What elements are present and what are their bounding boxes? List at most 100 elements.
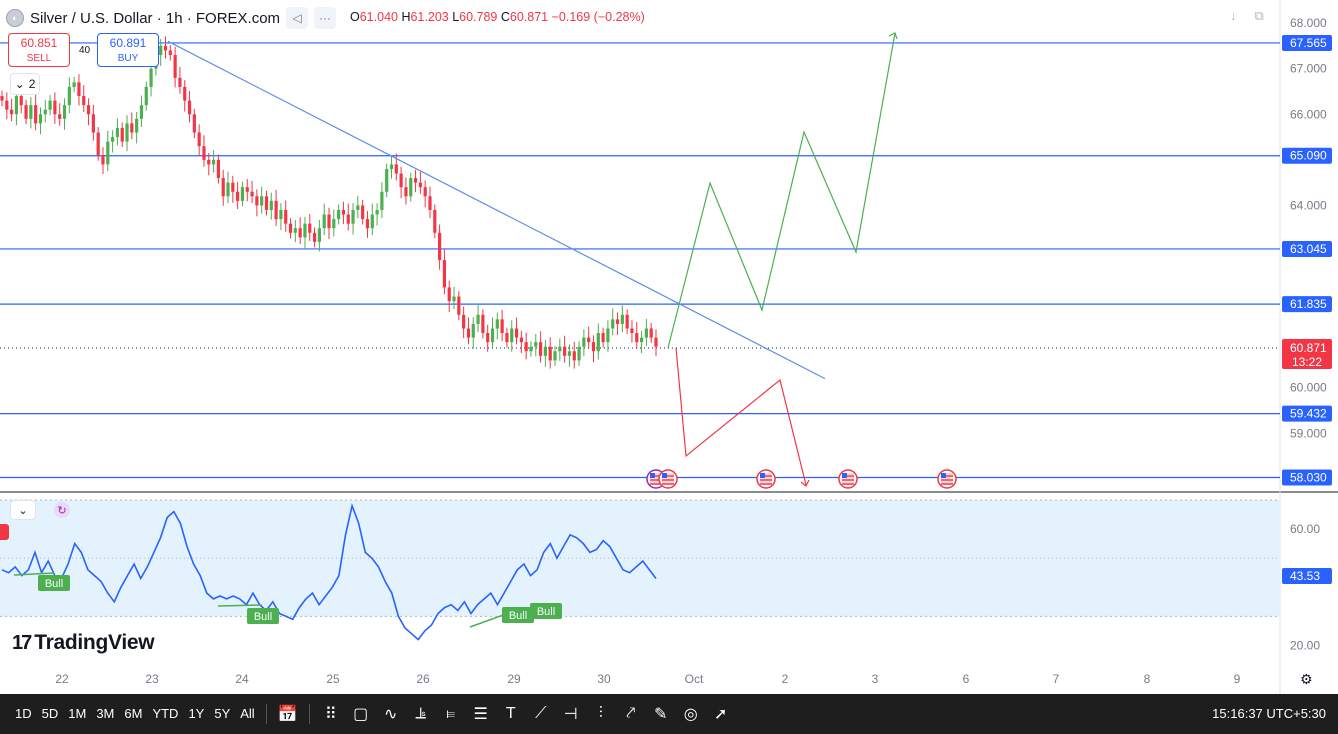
time-tick-label: 2 (782, 672, 789, 686)
drag-handle-icon[interactable]: ⠿ (316, 699, 346, 729)
timeframe-1d[interactable]: 1D (10, 694, 37, 734)
candle-body (192, 114, 196, 133)
candle-body (611, 319, 615, 329)
short-position-icon[interactable]: ⫢ (436, 699, 466, 729)
silver-symbol-icon: ◐ (6, 9, 24, 27)
timeframe-all[interactable]: All (235, 694, 259, 734)
bull-badge-label: Bull (254, 611, 272, 623)
candle-body (442, 260, 447, 288)
maximize-icon[interactable]: ⧉ (1255, 8, 1264, 24)
tradingview-logo[interactable]: 17 TradingView (12, 631, 155, 655)
chevron-down-icon: ⌄ (18, 504, 28, 517)
timeframe-6m[interactable]: 6M (119, 694, 147, 734)
candle-body (255, 196, 259, 206)
timeframe-1m[interactable]: 1M (63, 694, 91, 734)
candle-body (500, 319, 504, 334)
candle-body (149, 68, 153, 87)
timeframe-group: 1D 5D 1M 3M 6M YTD 1Y 5Y All (0, 694, 260, 734)
pattern-tool-icon[interactable]: ∿ (376, 699, 406, 729)
refresh-icon[interactable]: ↻ (54, 502, 70, 518)
candle-body (221, 178, 225, 197)
candle-body (428, 196, 432, 210)
candle-body (409, 178, 413, 197)
ohlc-readout: O61.040 H61.203 L60.789 C60.871 −0.169 (… (350, 10, 645, 24)
sell-price: 60.851 (20, 36, 58, 50)
candle-body (322, 214, 326, 229)
indicators-collapse-button[interactable]: ⌄ 2 (10, 73, 40, 95)
arrow-tool-icon[interactable]: ➚ (706, 699, 736, 729)
candle-body (120, 127, 124, 142)
fib-retracement-icon[interactable]: ☰ (466, 699, 496, 729)
candle-body (404, 187, 408, 197)
candle-body (197, 132, 201, 147)
candle-body (279, 209, 283, 220)
candle-body (303, 223, 307, 238)
price-chart[interactable]: 68.000 67.000 66.000 64.000 60.000 59.000 67.5… (0, 0, 1338, 694)
candle-body (438, 232, 442, 261)
candle-body (563, 346, 567, 356)
candle-body (144, 86, 148, 106)
candle-body (202, 146, 206, 160)
time-tick-label: 24 (235, 672, 249, 686)
candle-body (72, 82, 76, 87)
candle-body (654, 337, 658, 347)
candle-body (370, 214, 374, 229)
toolbar-divider (265, 704, 267, 724)
candle-body (240, 187, 245, 201)
candle-body (264, 196, 269, 210)
economic-event-flag-icon (658, 469, 678, 489)
more-options-icon[interactable]: ··· (314, 7, 337, 29)
brush-tool-icon[interactable]: ✎ (646, 699, 676, 729)
candle-body (298, 228, 302, 238)
hide-icon[interactable]: ◁ (286, 7, 309, 29)
clock[interactable]: 15:16:37 UTC+5:30 (1212, 694, 1326, 734)
candle-body (332, 219, 336, 229)
candle-body (534, 342, 538, 347)
rsi-collapse-button[interactable]: ⌄ (10, 500, 36, 520)
sell-button[interactable]: 60.851 SELL (8, 33, 70, 67)
bull-divergence-line (217, 604, 263, 607)
rsi-tick-label: 20.00 (1290, 638, 1320, 652)
toolbar-divider (308, 704, 310, 724)
candle-body (226, 182, 230, 197)
candle-body (86, 105, 91, 115)
gear-icon[interactable]: ⚙ (1300, 671, 1313, 688)
rsi-tick-label: 60.00 (1290, 522, 1320, 536)
long-position-icon[interactable]: ⫡ (406, 699, 436, 729)
candle-body (77, 82, 81, 97)
symbol-title[interactable]: Silver / U.S. Dollar · 1h · FOREX.com (30, 10, 280, 27)
bars-pattern-icon[interactable]: ⫶ (586, 699, 616, 729)
candle-body (635, 333, 639, 343)
candle-body (615, 319, 620, 324)
buy-button[interactable]: 60.891 BUY (97, 33, 159, 67)
sell-label: SELL (26, 53, 52, 64)
candle-body (423, 187, 427, 197)
rectangle-tool-icon[interactable]: ▢ (346, 699, 376, 729)
candle-body (293, 228, 297, 233)
candle-body (510, 328, 514, 343)
pane-controls: ↓ ⧉ (1230, 8, 1264, 24)
timeframe-3m[interactable]: 3M (91, 694, 119, 734)
candle-body (183, 86, 187, 101)
time-tick-label: 9 (1234, 672, 1241, 686)
trendline-tool-icon[interactable]: ⟋ (526, 699, 556, 729)
timeframe-5d[interactable]: 5D (37, 694, 64, 734)
arrow-down-icon[interactable]: ↓ (1230, 8, 1237, 24)
circle-tool-icon[interactable]: ◎ (676, 699, 706, 729)
indicator-count: 2 (28, 77, 36, 91)
timeframe-ytd[interactable]: YTD (147, 694, 183, 734)
horizontal-ray-icon[interactable]: ⊣ (556, 699, 586, 729)
path-tool-icon[interactable]: ⤤ (616, 699, 646, 729)
candle-body (168, 50, 172, 56)
candle-body (380, 191, 384, 210)
calendar-range-icon[interactable]: 📅 (273, 699, 303, 729)
candle-body (91, 114, 95, 133)
timeframe-5y[interactable]: 5Y (209, 694, 235, 734)
level-price-label: 67.565 (1290, 36, 1327, 50)
candle-body (34, 105, 38, 124)
timeframe-1y[interactable]: 1Y (183, 694, 209, 734)
candle-body (231, 182, 235, 192)
candle-body (601, 333, 605, 343)
candle-body (211, 159, 216, 165)
text-tool-icon[interactable]: T (496, 699, 526, 729)
